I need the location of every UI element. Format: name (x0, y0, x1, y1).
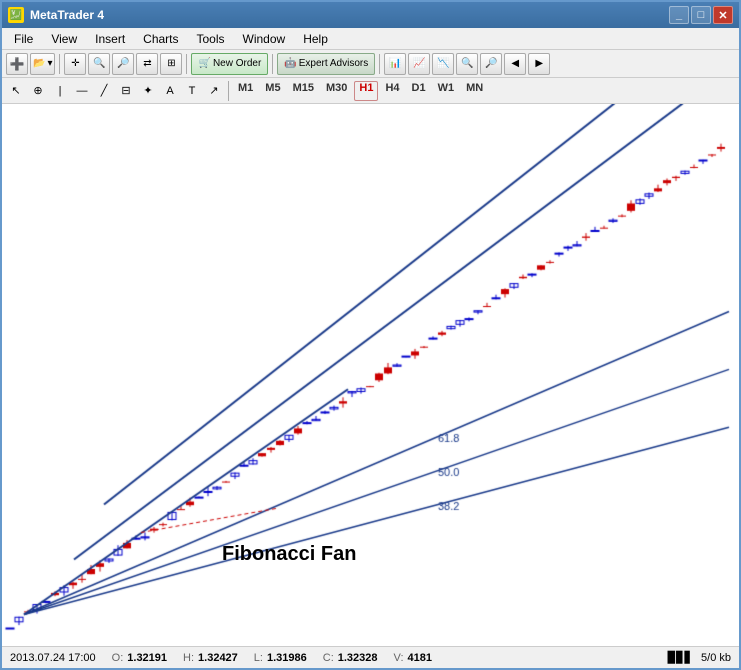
zoom-in-button[interactable]: 🔍 (88, 53, 110, 75)
tools-toolbar: ↖ ⊕ | — ╱ ⊟ ✦ A T ↗ M1 M5 M15 M30 H1 H4 … (2, 78, 739, 104)
fibonacci-label: Fibonacci Fan (222, 543, 356, 566)
menu-bar: File View Insert Charts Tools Window Hel… (2, 28, 739, 50)
indicator-button[interactable]: 📉 (432, 53, 454, 75)
arrow-tool[interactable]: ↗ (204, 81, 224, 101)
main-toolbar: ➕ 📂▾ ✛ 🔍 🔎 ⇄ ⊞ 🛒 New Order 🤖 Expert Advi… (2, 50, 739, 78)
separator-1 (59, 54, 60, 74)
order-icon: 🛒 (198, 58, 210, 69)
zoom-plus-button[interactable]: 🔍 (456, 53, 478, 75)
timeframe-m15[interactable]: M15 (288, 81, 319, 101)
title-bar: 💹 MetaTrader 4 _ □ ✕ (2, 2, 739, 28)
new-chart-button[interactable]: ➕ (6, 53, 28, 75)
timeframe-m30[interactable]: M30 (321, 81, 352, 101)
horizontal-line-tool[interactable]: — (72, 81, 92, 101)
timeframe-d1[interactable]: D1 (407, 81, 431, 101)
maximize-button[interactable]: □ (691, 6, 711, 24)
menu-window[interactable]: Window (235, 30, 294, 48)
main-window: 💹 MetaTrader 4 _ □ ✕ File View Insert Ch… (0, 0, 741, 670)
trendline-tool[interactable]: ╱ (94, 81, 114, 101)
timeframe-m1[interactable]: M1 (233, 81, 258, 101)
chart-canvas (2, 104, 739, 646)
new-order-button[interactable]: 🛒 New Order (191, 53, 268, 75)
separator-2 (186, 54, 187, 74)
expert-icon: 🤖 (284, 58, 296, 69)
separator-tools (228, 81, 229, 101)
chart-area[interactable]: Fibonacci Fan (2, 104, 739, 646)
status-open: O: 1.32191 (112, 652, 167, 664)
crosshair-button[interactable]: ✛ (64, 53, 86, 75)
period-sep-button[interactable]: ⊞ (160, 53, 182, 75)
text-tool[interactable]: A (160, 81, 180, 101)
scroll-button[interactable]: ⇄ (136, 53, 158, 75)
crosshair-tool[interactable]: ⊕ (28, 81, 48, 101)
status-low: L: 1.31986 (254, 652, 307, 664)
timeframe-w1[interactable]: W1 (433, 81, 460, 101)
cursor-tool[interactable]: ↖ (6, 81, 26, 101)
history-button[interactable]: 📊 (384, 53, 406, 75)
menu-tools[interactable]: Tools (189, 30, 233, 48)
minimize-button[interactable]: _ (669, 6, 689, 24)
label-tool[interactable]: T (182, 81, 202, 101)
zoom-out-button[interactable]: 🔎 (112, 53, 134, 75)
status-right-section: ▉▊▋ 5/0 kb (668, 651, 731, 664)
menu-file[interactable]: File (6, 30, 41, 48)
zoom-minus-button[interactable]: 🔎 (480, 53, 502, 75)
status-datetime: 2013.07.24 17:00 (10, 652, 96, 664)
window-controls: _ □ ✕ (669, 6, 733, 24)
status-volume: V: 4181 (394, 652, 432, 664)
scroll-left-button[interactable]: ◀ (504, 53, 526, 75)
menu-insert[interactable]: Insert (87, 30, 133, 48)
chart-type-button[interactable]: 📈 (408, 53, 430, 75)
close-button[interactable]: ✕ (713, 6, 733, 24)
separator-4 (379, 54, 380, 74)
expert-advisors-button[interactable]: 🤖 Expert Advisors (277, 53, 375, 75)
menu-help[interactable]: Help (295, 30, 336, 48)
channel-tool[interactable]: ⊟ (116, 81, 136, 101)
status-size: 5/0 kb (701, 652, 731, 664)
status-bar: 2013.07.24 17:00 O: 1.32191 H: 1.32427 L… (2, 646, 739, 668)
scroll-right-button[interactable]: ▶ (528, 53, 550, 75)
menu-view[interactable]: View (43, 30, 85, 48)
timeframe-mn[interactable]: MN (461, 81, 488, 101)
timeframe-h4[interactable]: H4 (380, 81, 404, 101)
separator-3 (272, 54, 273, 74)
status-bars-icon: ▉▊▋ (668, 651, 693, 664)
status-high: H: 1.32427 (183, 652, 238, 664)
gann-tool[interactable]: ✦ (138, 81, 158, 101)
app-icon: 💹 (8, 7, 24, 23)
open-button[interactable]: 📂▾ (30, 53, 55, 75)
timeframe-m5[interactable]: M5 (260, 81, 285, 101)
timeframe-h1[interactable]: H1 (354, 81, 378, 101)
status-close: C: 1.32328 (323, 652, 378, 664)
menu-charts[interactable]: Charts (135, 30, 186, 48)
vertical-line-tool[interactable]: | (50, 81, 70, 101)
window-title: MetaTrader 4 (30, 8, 104, 22)
